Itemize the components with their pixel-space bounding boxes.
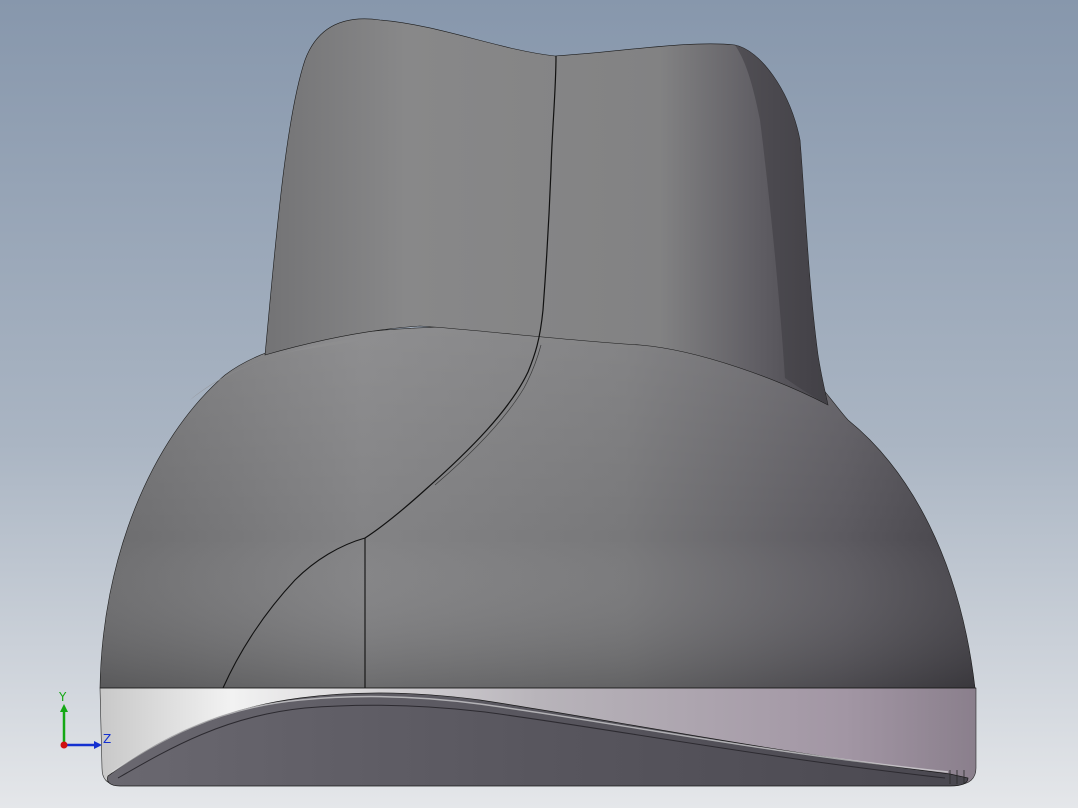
viewport-canvas[interactable]: Y Z xyxy=(0,0,1078,808)
3d-viewport[interactable]: Y Z xyxy=(0,0,1078,808)
z-axis-label: Z xyxy=(103,732,111,746)
y-axis-label: Y xyxy=(58,690,67,704)
x-axis-icon xyxy=(60,741,68,749)
